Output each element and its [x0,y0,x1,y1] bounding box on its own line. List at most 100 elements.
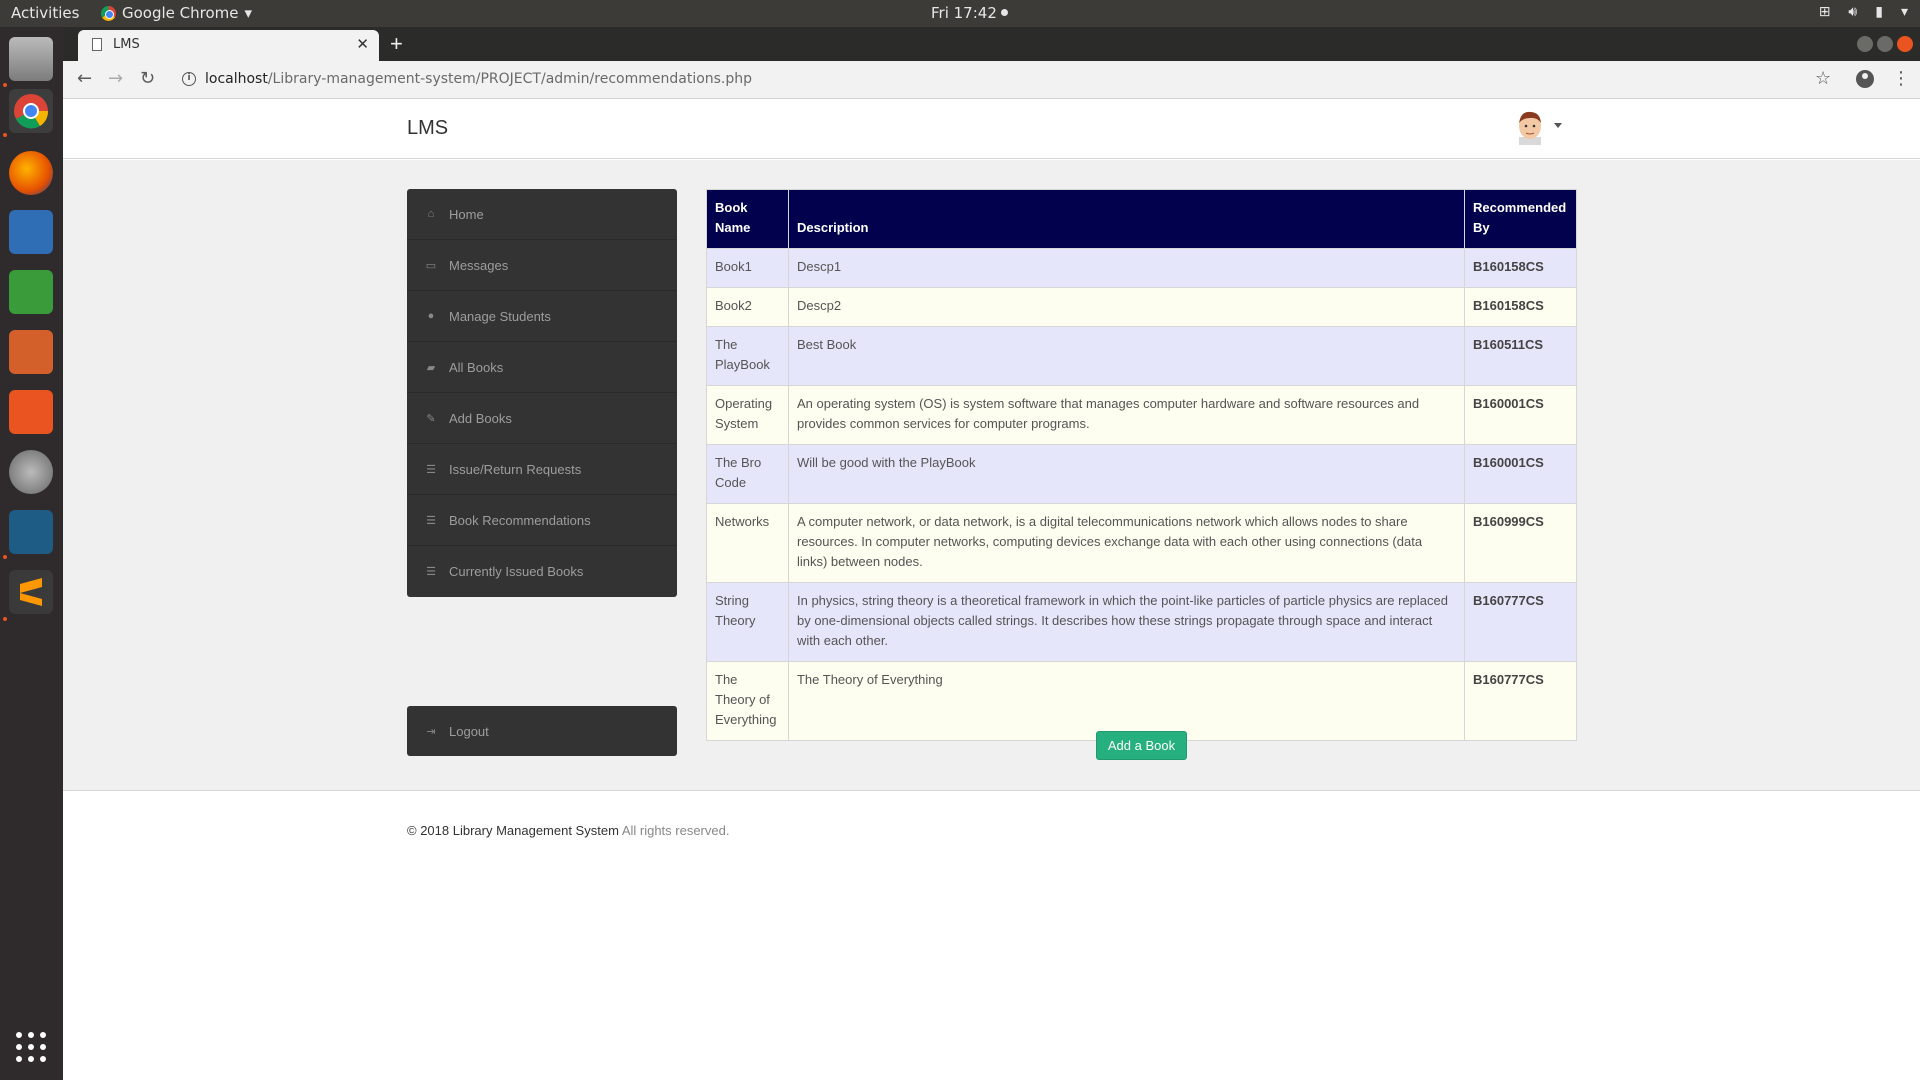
description-cell: Descp1 [787,248,1465,288]
close-window-button[interactable] [1897,36,1913,52]
book-name-cell: Operating System [706,385,789,445]
files-icon[interactable] [9,37,53,81]
url-field[interactable]: localhost/Library-management-system/PROJ… [205,71,752,87]
description-cell: In physics, string theory is a theoretic… [787,582,1465,662]
network-icon: ⊞ [1818,4,1831,20]
description-cell: Best Book [787,326,1465,386]
minimize-window-button[interactable] [1857,36,1873,52]
inbox-icon: ▭ [425,259,437,272]
table-row: Operating System An operating system (OS… [706,385,1578,445]
recommended-by-cell: B160777CS [1463,582,1578,662]
table-row: Book2 Descp2 B160158CS [706,287,1578,327]
sidebar-item-label: All Books [449,359,504,375]
chrome-icon [101,5,116,21]
calc-icon[interactable] [9,270,53,314]
list-icon: ☰ [426,566,436,578]
reload-button[interactable]: ↻ [140,68,155,89]
sidebar-item-messages[interactable]: ▭ Messages [407,240,677,291]
book-name-cell: String Theory [706,582,789,662]
description-cell: The Theory of Everything [787,661,1465,741]
table-row: The Bro Code Will be good with the PlayB… [706,444,1578,504]
browser-tab[interactable]: LMS ✕ [78,30,379,61]
book-name-cell: The PlayBook [706,326,789,386]
running-indicator [3,617,7,621]
book-name-cell: The Bro Code [706,444,789,504]
sidebar-item-manage-students[interactable]: ● Manage Students [407,291,677,342]
column-header-description: Description [787,189,1465,249]
clock-label: Fri 17:42 [931,4,997,22]
url-path: /Library-management-system/PROJECT/admin… [267,71,753,87]
sidebar-item-home[interactable]: ⌂ Home [407,189,677,240]
description-cell: A computer network, or data network, is … [787,503,1465,583]
sidebar-item-add-books[interactable]: ✎ Add Books [407,393,677,444]
logout-button[interactable]: ⇥ Logout [407,706,677,756]
dock [0,27,63,1080]
power-icon: ▾ [1900,4,1908,20]
address-bar: ← → ↻ i localhost/Library-management-sys… [63,61,1920,99]
description-cell: Will be good with the PlayBook [787,444,1465,504]
table-row: String Theory In physics, string theory … [706,582,1578,662]
running-indicator [3,83,7,87]
sublime-text-icon[interactable] [9,570,53,614]
sidebar-item-issue-return-requests[interactable]: ☰ Issue/Return Requests [407,444,677,495]
volume-icon: 🔊︎ [1848,4,1858,20]
site-footer: © 2018 Library Management System All rig… [407,823,729,838]
impress-icon[interactable] [9,330,53,374]
clock[interactable]: Fri 17:42 [931,4,1008,22]
web-page: LMS ⌂ Home ▭ Messages ● Manage Students ▰ Al… [63,99,1920,1080]
browser-menu-icon[interactable]: ⋮ [1892,68,1910,89]
table-row: The PlayBook Best Book B160511CS [706,326,1578,386]
url-host: localhost [205,71,268,87]
sidebar-item-all-books[interactable]: ▰ All Books [407,342,677,393]
sidebar-item-label: Manage Students [449,308,551,324]
add-book-button[interactable]: Add a Book [1096,731,1187,760]
recommended-by-cell: B160001CS [1463,444,1578,504]
site-brand[interactable]: LMS [407,117,448,140]
profile-icon[interactable] [1856,70,1874,88]
battery-icon: ▮ [1875,4,1883,20]
description-cell: Descp2 [787,287,1465,327]
sidebar-item-book-recommendations[interactable]: ☰ Book Recommendations [407,495,677,546]
new-tab-button[interactable]: + [390,31,403,57]
sidebar-item-currently-issued-books[interactable]: ☰ Currently Issued Books [407,546,677,597]
edit-icon: ✎ [426,412,436,425]
sign-out-icon: ⇥ [426,725,436,738]
book-name-cell: Book1 [706,248,789,288]
main-content: ⌂ Home ▭ Messages ● Manage Students ▰ All Bo… [63,160,1920,791]
browser-tab-bar: LMS ✕ + [63,27,1920,61]
sidebar-item-label: Messages [449,257,509,273]
software-center-icon[interactable] [9,390,53,434]
user-menu-caret-icon[interactable] [1554,123,1562,128]
page-icon [92,38,102,51]
recommended-by-cell: B160001CS [1463,385,1578,445]
site-info-icon[interactable]: i [182,72,196,86]
user-avatar-icon[interactable] [1513,109,1547,145]
back-button[interactable]: ← [77,68,92,89]
recommended-by-cell: B160158CS [1463,248,1578,288]
sidebar-item-label: Book Recommendations [449,512,591,528]
app-menu-label: Google Chrome [122,4,239,22]
forward-button[interactable]: → [108,68,123,89]
sidebar-item-label: Currently Issued Books [449,564,584,579]
app-menu[interactable]: Google Chrome ▾ [101,4,252,22]
footer-copyright: © 2018 Library Management System [407,823,619,838]
site-navbar: LMS [63,99,1920,159]
chrome-dock-item[interactable] [9,89,53,133]
bookmark-star-icon[interactable]: ☆ [1815,68,1831,89]
recommendations-table: Book Name Description Recommended By Boo… [706,189,1578,741]
activities-button[interactable]: Activities [11,4,79,22]
maximize-window-button[interactable] [1877,36,1893,52]
writer-icon[interactable] [9,210,53,254]
mysql-workbench-icon[interactable] [9,510,53,554]
list-icon: ☰ [426,463,436,476]
book-name-cell: The Theory of Everything [706,661,789,741]
home-icon: ⌂ [427,208,435,220]
notification-dot-icon [1000,9,1008,16]
description-cell: An operating system (OS) is system softw… [787,385,1465,445]
close-tab-icon[interactable]: ✕ [356,35,369,53]
show-applications-icon[interactable] [16,1032,46,1062]
firefox-icon[interactable] [9,151,53,195]
table-row: The Theory of Everything The Theory of E… [706,661,1578,741]
settings-icon[interactable] [9,450,53,494]
system-tray[interactable]: ⊞ 🔊︎ ▮ ▾ [1819,4,1908,20]
